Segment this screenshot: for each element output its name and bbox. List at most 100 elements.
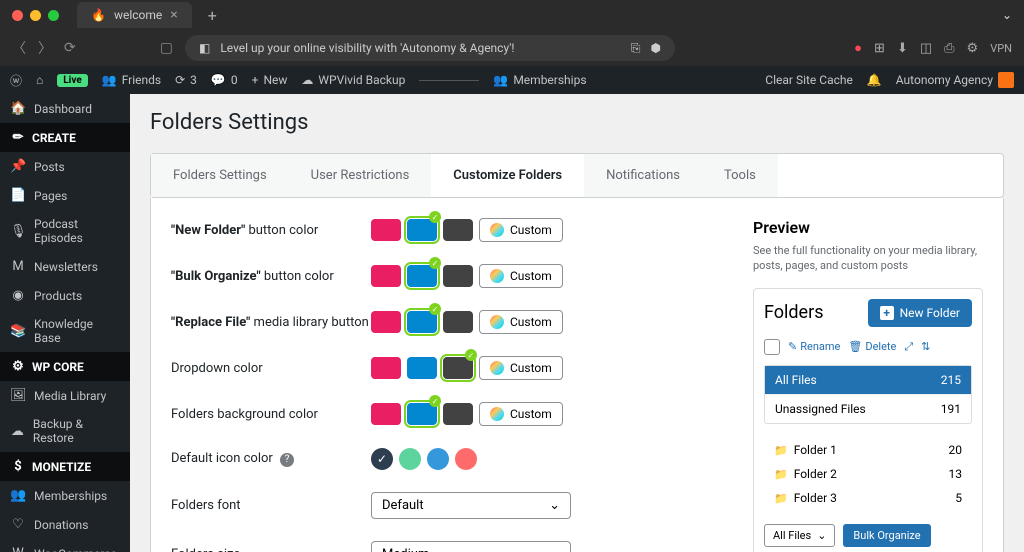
wp-admin-bar: ⓦ ⌂ Live 👥 Friends ⟳ 3 💬 0 + New ☁ WPViv… (0, 66, 1024, 94)
swatch-dark[interactable] (443, 265, 473, 287)
custom-color-button[interactable]: Custom (479, 356, 563, 380)
refresh-link[interactable]: ⟳ 3 (175, 73, 197, 87)
select-all-checkbox[interactable] (764, 339, 780, 355)
tab-customize-folders[interactable]: Customize Folders (431, 154, 584, 197)
help-icon[interactable]: ? (280, 453, 294, 467)
swatch-pink[interactable] (371, 311, 401, 333)
wpvivid-link[interactable]: ☁ WPVivid Backup (301, 73, 405, 87)
swatch-blue[interactable] (407, 311, 437, 333)
sidebar-donations[interactable]: ♡Donations (0, 510, 130, 539)
folder-row[interactable]: 📁Folder 213 (764, 462, 972, 486)
rename-button[interactable]: ✎Rename (788, 340, 840, 353)
vpn-badge[interactable]: VPN (990, 42, 1012, 55)
size-select[interactable]: Medium⌄ (371, 541, 571, 552)
sidebar-icon[interactable]: ◫ (920, 41, 932, 56)
custom-color-button[interactable]: Custom (479, 310, 563, 334)
blank-link[interactable] (419, 80, 479, 81)
sidebar-create-header[interactable]: ✏CREATE (0, 123, 130, 152)
sidebar-pages[interactable]: 📄Pages (0, 181, 130, 210)
browser-toolbar: 〈 〉 ⟳ ▢ ◧ Level up your online visibilit… (0, 30, 1024, 66)
circle-green[interactable] (399, 448, 421, 470)
swatch-blue[interactable] (407, 403, 437, 425)
forward-button[interactable]: 〉 (38, 38, 52, 58)
shield-icon[interactable]: ⬢ (650, 41, 660, 55)
settings-icon[interactable]: ⚙ (967, 41, 979, 56)
swatch-dark[interactable] (443, 357, 473, 379)
sort-button[interactable]: ⇅ (921, 340, 930, 353)
swatch-blue[interactable] (407, 357, 437, 379)
reader-icon[interactable]: ⎘ (631, 41, 641, 56)
custom-color-button[interactable]: Custom (479, 402, 563, 426)
filter-dropdown[interactable]: All Files⌄ (764, 524, 835, 547)
expand-button[interactable]: ⤢ (904, 340, 913, 354)
friends-link[interactable]: 👥 Friends (102, 73, 161, 87)
sidebar-podcast[interactable]: 🎙Podcast Episodes (0, 210, 130, 252)
custom-color-button[interactable]: Custom (479, 218, 563, 242)
tab-notifications[interactable]: Notifications (584, 154, 702, 197)
unassigned-row[interactable]: Unassigned Files191 (765, 395, 971, 423)
swatch-blue[interactable] (407, 265, 437, 287)
tab-folders-settings[interactable]: Folders Settings (151, 154, 289, 197)
circle-navy[interactable]: ✓ (371, 448, 393, 470)
sidebar-posts[interactable]: 📌Posts (0, 152, 130, 181)
swatch-pink[interactable] (371, 219, 401, 241)
close-tab-icon[interactable]: × (170, 7, 177, 23)
sidebar-wpcore-header[interactable]: ⚙WP CORE (0, 352, 130, 381)
delete-button[interactable]: 🗑Delete (848, 340, 896, 353)
swatch-pink[interactable] (371, 265, 401, 287)
tab-tools[interactable]: Tools (702, 154, 778, 197)
folder-row[interactable]: 📁Folder 35 (764, 486, 972, 510)
address-bar[interactable]: ◧ Level up your online visibility with '… (185, 35, 675, 61)
folders-heading: Folders (764, 302, 824, 323)
swatch-pink[interactable] (371, 403, 401, 425)
home-icon[interactable]: ⌂ (36, 73, 43, 87)
swatch-dark[interactable] (443, 403, 473, 425)
new-folder-button[interactable]: +New Folder (868, 299, 972, 327)
sidebar-kb[interactable]: 📚Knowledge Base (0, 310, 130, 352)
user-menu[interactable]: Autonomy Agency (896, 72, 1014, 88)
new-link[interactable]: + New (252, 73, 288, 87)
swatch-pink[interactable] (371, 357, 401, 379)
chevron-down-icon[interactable]: ⌄ (1002, 8, 1012, 22)
close-window[interactable] (12, 10, 23, 21)
memberships-link[interactable]: 👥 Memberships (493, 73, 586, 87)
record-icon[interactable]: ● (854, 40, 862, 56)
folder-row[interactable]: 📁Folder 120 (764, 438, 972, 462)
sidebar-dashboard[interactable]: 🏠Dashboard (0, 94, 130, 123)
minimize-window[interactable] (30, 10, 41, 21)
circle-red[interactable] (455, 448, 477, 470)
sidebar-newsletters[interactable]: MNewsletters (0, 252, 130, 281)
sidebar-memberships[interactable]: 👥Memberships (0, 481, 130, 510)
sidebar-media[interactable]: 🖼Media Library (0, 381, 130, 410)
clear-cache-link[interactable]: Clear Site Cache (765, 73, 853, 87)
font-select[interactable]: Default⌄ (371, 492, 571, 519)
back-button[interactable]: 〈 (12, 38, 26, 58)
sidebar-products[interactable]: ◉Products (0, 281, 130, 310)
browser-tab[interactable]: 🔥 welcome × (77, 2, 192, 28)
tab-user-restrictions[interactable]: User Restrictions (289, 154, 432, 197)
wp-logo-icon[interactable]: ⓦ (10, 72, 22, 89)
bookmark-icon[interactable]: ▢ (160, 40, 173, 56)
comments-link[interactable]: 💬 0 (211, 73, 238, 87)
screenshot-icon[interactable]: ⎙ (944, 41, 954, 56)
bg-color-label: Folders background color (171, 407, 371, 422)
maximize-window[interactable] (48, 10, 59, 21)
sidebar-monetize-header[interactable]: $MONETIZE (0, 452, 130, 481)
swatch-dark[interactable] (443, 311, 473, 333)
tab-title: welcome (114, 8, 162, 22)
new-tab-button[interactable]: + (208, 6, 217, 25)
notification-icon[interactable]: 🔔 (867, 73, 882, 87)
reload-button[interactable]: ⟳ (64, 40, 76, 56)
sidebar-backup[interactable]: ☁Backup & Restore (0, 410, 130, 452)
custom-color-button[interactable]: Custom (479, 264, 563, 288)
swatch-dark[interactable] (443, 219, 473, 241)
all-files-row[interactable]: All Files215 (765, 366, 971, 395)
bulk-organize-button[interactable]: Bulk Organize (843, 524, 930, 547)
settings-column: "New Folder" button color Custom "Bulk O… (171, 218, 729, 552)
swatch-blue[interactable] (407, 219, 437, 241)
circle-blue[interactable] (427, 448, 449, 470)
extension-icon[interactable]: ⊞ (874, 41, 885, 56)
sidebar-woo[interactable]: WWooCommerce (0, 539, 130, 552)
download-icon[interactable]: ⬇ (897, 41, 908, 56)
browser-tab-bar: 🔥 welcome × + ⌄ (0, 0, 1024, 30)
